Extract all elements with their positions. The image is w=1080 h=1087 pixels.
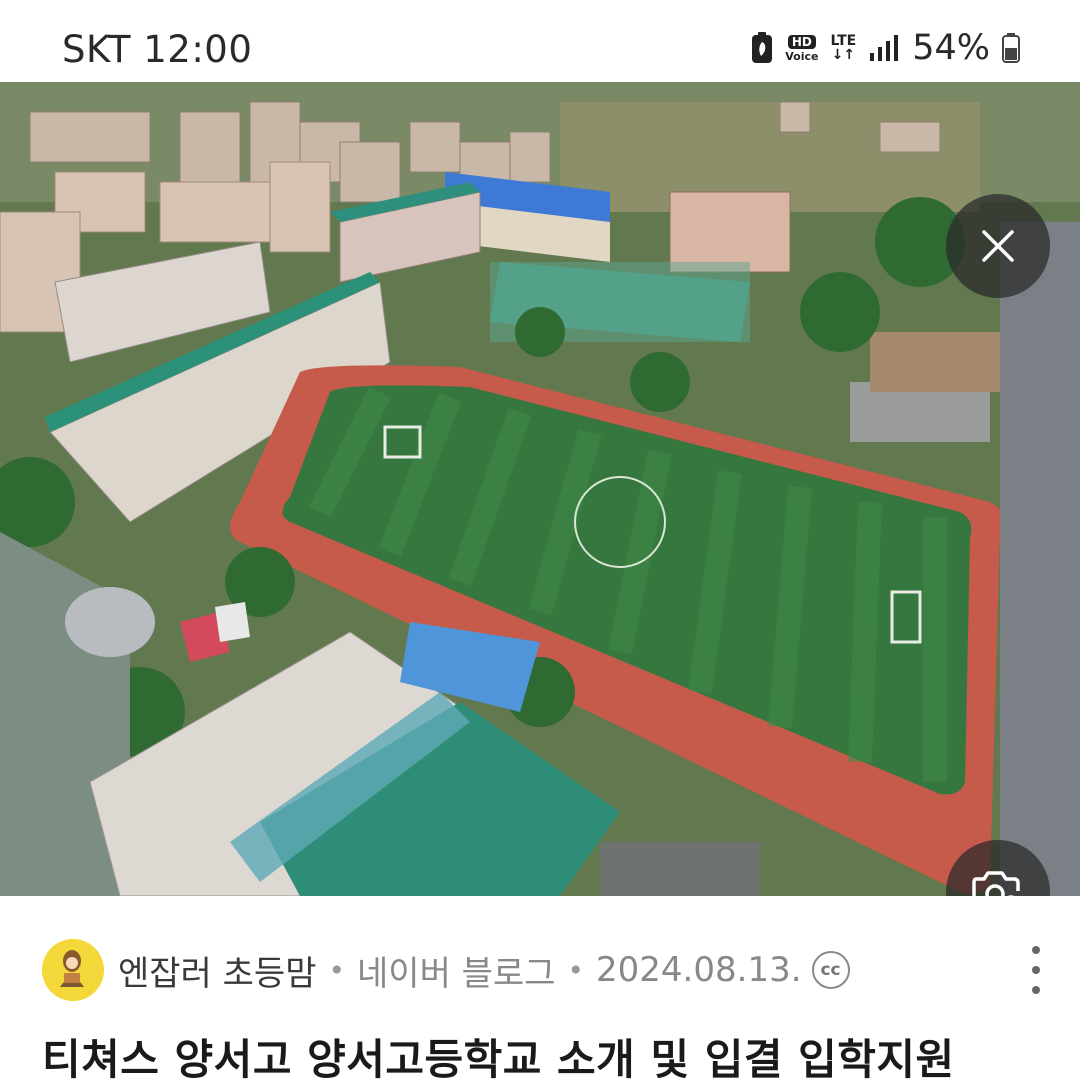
meta-separator: • <box>567 953 585 987</box>
visual-search-icon <box>970 867 1026 896</box>
more-dot-icon <box>1032 966 1040 974</box>
status-icons: HD Voice LTE ↓↑ 54% <box>751 26 1020 70</box>
status-time: SKT 12:00 <box>62 28 253 71</box>
source-name: 네이버 블로그 <box>357 953 556 994</box>
more-options-button[interactable] <box>1022 946 1050 994</box>
meta-separator: • <box>328 953 346 987</box>
post-date: 2024.08.13. <box>596 950 802 990</box>
author-avatar[interactable] <box>42 939 104 1001</box>
hd-voice-icon: HD Voice <box>785 34 819 63</box>
signal-icon <box>868 33 899 63</box>
author-name[interactable]: 엔잡러 초등맘 <box>118 946 317 995</box>
close-icon <box>978 226 1018 266</box>
battery-percent: 54% <box>912 28 990 68</box>
result-title[interactable]: 티쳐스 양서고 양서고등학교 소개 및 입결 입학지원 <box>42 1026 1062 1087</box>
result-meta: 엔잡러 초등맘 • 네이버 블로그 • 2024.08.13. cc <box>42 938 1042 1002</box>
battery-icon <box>1002 33 1020 63</box>
lte-icon: LTE ↓↑ <box>830 33 857 63</box>
cc-license-icon: cc <box>811 951 850 989</box>
more-dot-icon <box>1032 946 1040 954</box>
aerial-school-photo[interactable] <box>0 82 1080 896</box>
battery-saver-icon <box>751 32 773 64</box>
close-button[interactable] <box>946 194 1050 298</box>
more-dot-icon <box>1032 986 1040 994</box>
status-bar: SKT 12:00 HD Voice LTE ↓↑ 54% <box>0 0 1080 82</box>
